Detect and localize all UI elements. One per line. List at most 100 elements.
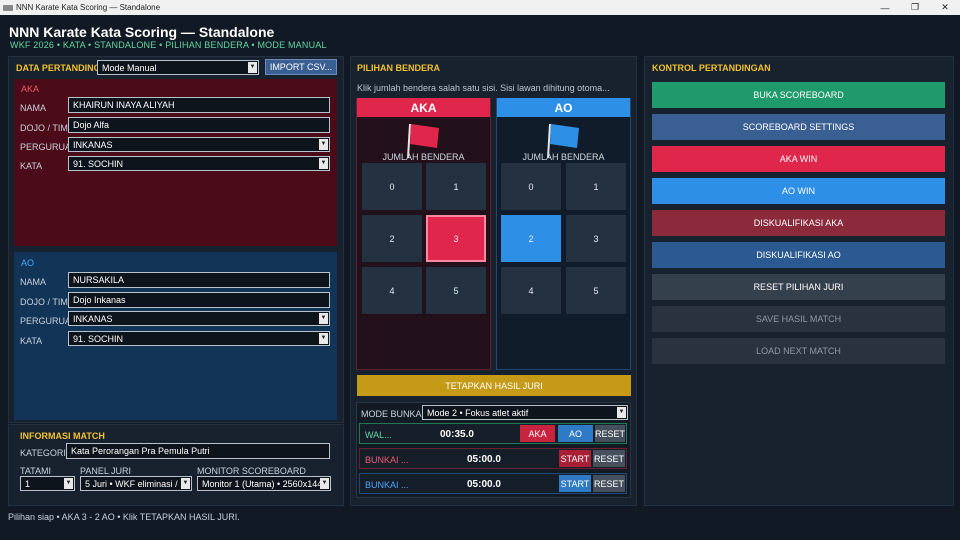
app-title: NNN Karate Kata Scoring — Standalone	[9, 24, 275, 40]
aka-jumlah-label: JUMLAH BENDERA	[382, 152, 465, 162]
ao-kata-value: 91. SOCHIN	[73, 334, 124, 344]
timer-ao-button[interactable]: AO	[558, 425, 593, 442]
diskualifikasi-ao-button[interactable]: DISKUALIFIKASI AO	[652, 242, 945, 268]
monitor-label: MONITOR SCOREBOARD	[197, 466, 306, 476]
chevron-down-icon: ▼	[319, 333, 328, 344]
informasi-match-title: INFORMASI MATCH	[20, 431, 105, 441]
ao-nama-input[interactable]: NURSAKILA	[68, 272, 330, 288]
timer-value: 00:35.0	[440, 429, 474, 440]
ao-kata-select[interactable]: 91. SOCHIN ▼	[68, 331, 330, 346]
kontrol-title: KONTROL PERTANDINGAN	[652, 63, 771, 73]
scoreboard-settings-button[interactable]: SCOREBOARD SETTINGS	[652, 114, 945, 140]
ao-count-1-button[interactable]: 1	[566, 163, 626, 210]
ao-nama-label: NAMA	[20, 277, 47, 287]
ao-win-button[interactable]: AO WIN	[652, 178, 945, 204]
chevron-down-icon: ▼	[319, 158, 328, 169]
aka-section-title: AKA	[21, 84, 40, 94]
ao-dojo-input[interactable]: Dojo Inkanas	[68, 292, 330, 308]
aka-count-3-button[interactable]: 3	[426, 215, 486, 262]
aka-win-button[interactable]: AKA WIN	[652, 146, 945, 172]
status-text: Pilihan siap • AKA 3 - 2 AO • Klik TETAP…	[8, 512, 240, 522]
tatami-value: 1	[25, 479, 31, 489]
aka-perguruan-label: PERGURUAN	[20, 142, 68, 152]
monitor-value: Monitor 1 (Utama) • 2560x1440	[202, 479, 328, 489]
load-next-match-button[interactable]: LOAD NEXT MATCH	[652, 338, 945, 364]
chevron-down-icon: ▼	[319, 139, 328, 150]
timer-value: 05:00.0	[467, 479, 501, 490]
ao-jumlah-label: JUMLAH BENDERA	[522, 152, 605, 162]
buka-scoreboard-button[interactable]: BUKA SCOREBOARD	[652, 82, 945, 108]
aka-count-4-button[interactable]: 4	[362, 267, 422, 314]
mode-bunkai-label: MODE BUNKAI	[361, 409, 425, 419]
timer-start-button[interactable]: START	[559, 450, 591, 467]
aka-perguruan-value: INKANAS	[73, 140, 113, 150]
import-csv-button[interactable]: IMPORT CSV...	[265, 59, 337, 75]
ao-count-3-button[interactable]: 3	[566, 215, 626, 262]
aka-perguruan-select[interactable]: INKANAS ▼	[68, 137, 330, 152]
chevron-down-icon: ▼	[181, 478, 190, 489]
chevron-down-icon: ▼	[319, 313, 328, 324]
aka-count-1-button[interactable]: 1	[426, 163, 486, 210]
ao-count-0-button[interactable]: 0	[501, 163, 561, 210]
monitor-select[interactable]: Monitor 1 (Utama) • 2560x1440 ▼	[197, 476, 331, 491]
aka-count-5-button[interactable]: 5	[426, 267, 486, 314]
window-title: NNN Karate Kata Scoring — Standalone	[16, 3, 161, 12]
ao-perguruan-label: PERGURUAN	[20, 316, 68, 326]
ao-section-title: AO	[21, 258, 35, 268]
aka-count-0-button[interactable]: 0	[362, 163, 422, 210]
tatami-label: TATAMI	[20, 466, 51, 476]
aka-kata-select[interactable]: 91. SOCHIN ▼	[68, 156, 330, 171]
aka-dojo-input[interactable]: Dojo Alfa	[68, 117, 330, 133]
minimize-icon[interactable]: —	[870, 0, 900, 15]
app-icon	[3, 4, 13, 11]
mode-select[interactable]: Mode Manual ▼	[97, 60, 259, 75]
ao-count-4-button[interactable]: 4	[501, 267, 561, 314]
ao-kata-label: KATA	[20, 336, 43, 346]
tetapkan-hasil-juri-button[interactable]: TETAPKAN HASIL JURI	[357, 375, 631, 396]
save-hasil-match-button[interactable]: SAVE HASIL MATCH	[652, 306, 945, 332]
chevron-down-icon: ▼	[617, 407, 626, 418]
timer-reset-button[interactable]: RESET	[595, 425, 625, 442]
panel-juri-select[interactable]: 5 Juri • WKF eliminasi / ... ▼	[80, 476, 192, 491]
window-titlebar: NNN Karate Kata Scoring — Standalone — ❐…	[0, 0, 960, 15]
chevron-down-icon: ▼	[320, 478, 329, 489]
timer-label: BUNKAI ...	[365, 455, 409, 465]
timer-reset-button[interactable]: RESET	[593, 475, 625, 492]
tatami-select[interactable]: 1 ▼	[20, 476, 75, 491]
ao-card-header: AO	[497, 98, 630, 117]
aka-nama-label: NAMA	[20, 103, 47, 113]
ao-count-5-button[interactable]: 5	[566, 267, 626, 314]
timer-value: 05:00.0	[467, 454, 501, 465]
app-subtitle: WKF 2026 • KATA • STANDALONE • PILIHAN B…	[10, 40, 327, 50]
ao-count-2-button[interactable]: 2	[501, 215, 561, 262]
aka-kata-label: KATA	[20, 161, 43, 171]
chevron-down-icon: ▼	[248, 62, 257, 73]
aka-kata-value: 91. SOCHIN	[73, 159, 124, 169]
ao-perguruan-select[interactable]: INKANAS ▼	[68, 311, 330, 326]
aka-dojo-label: DOJO / TIM	[20, 123, 68, 133]
timer-label: BUNKAI ...	[365, 480, 409, 490]
timer-label: WAL...	[365, 430, 392, 440]
timer-reset-button[interactable]: RESET	[593, 450, 625, 467]
panel-juri-label: PANEL JURI	[80, 466, 132, 476]
maximize-icon[interactable]: ❐	[900, 0, 930, 15]
mode-select-value: Mode Manual	[102, 63, 157, 73]
close-icon[interactable]: ✕	[930, 0, 960, 15]
kategori-label: KATEGORI	[20, 448, 66, 458]
pilihan-bendera-title: PILIHAN BENDERA	[357, 63, 441, 73]
mode-bunkai-select[interactable]: Mode 2 • Fokus atlet aktif ▼	[422, 405, 628, 420]
mode-bunkai-value: Mode 2 • Fokus atlet aktif	[427, 408, 529, 418]
kategori-input[interactable]: Kata Perorangan Pra Pemula Putri	[66, 443, 330, 459]
chevron-down-icon: ▼	[64, 478, 73, 489]
timer-start-button[interactable]: START	[559, 475, 591, 492]
aka-nama-input[interactable]: KHAIRUN INAYA ALIYAH	[68, 97, 330, 113]
panel-juri-value: 5 Juri • WKF eliminasi / ...	[85, 479, 188, 489]
ao-perguruan-value: INKANAS	[73, 314, 113, 324]
timer-aka-button[interactable]: AKA	[520, 425, 555, 442]
aka-card-header: AKA	[357, 98, 490, 117]
diskualifikasi-aka-button[interactable]: DISKUALIFIKASI AKA	[652, 210, 945, 236]
pilihan-bendera-hint: Klik jumlah bendera salah satu sisi. Sis…	[357, 83, 610, 93]
ao-dojo-label: DOJO / TIM	[20, 297, 68, 307]
reset-pilihan-juri-button[interactable]: RESET PILIHAN JURI	[652, 274, 945, 300]
aka-count-2-button[interactable]: 2	[362, 215, 422, 262]
